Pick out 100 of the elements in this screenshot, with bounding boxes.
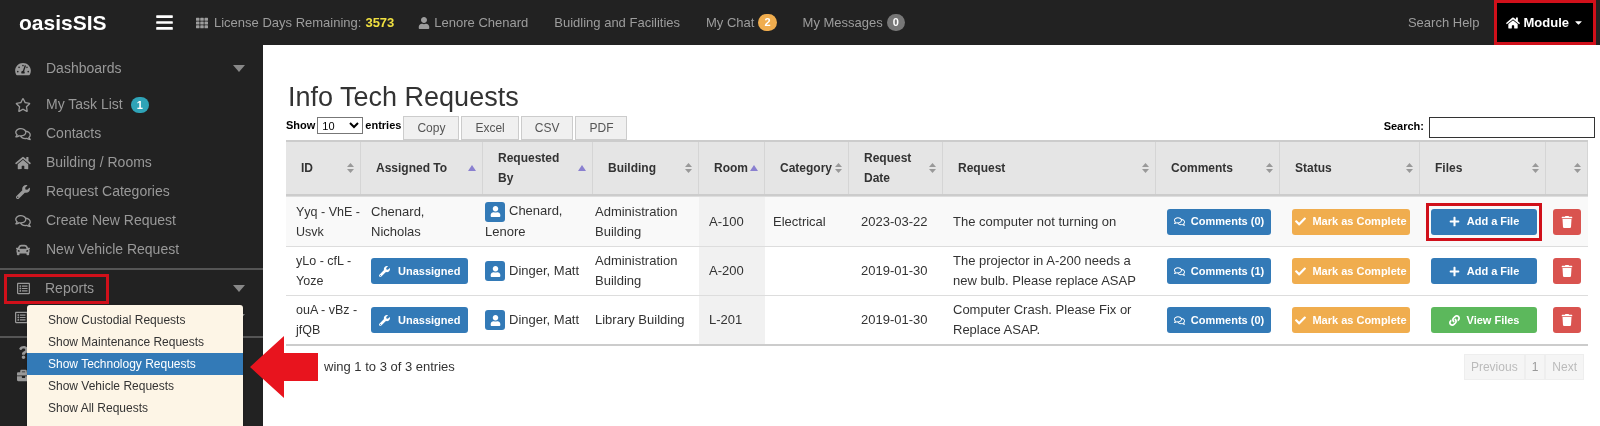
- sidebar-item[interactable]: My Task List 1: [0, 90, 263, 119]
- table-cell-text: ouA - vBz - jfQB: [294, 302, 359, 339]
- user-icon: [489, 206, 501, 218]
- column-header[interactable]: Status: [1280, 142, 1420, 194]
- trash-icon: [1561, 314, 1573, 326]
- table-cell-text: 2023-03-22: [860, 212, 929, 231]
- table-cell-text: The computer not turning on: [952, 212, 1118, 231]
- table-cell-text: Computer Crash. Please Fix or Replace ASAP.: [952, 301, 1133, 339]
- chat-icon: [1173, 265, 1185, 277]
- column-header[interactable]: Request: [943, 142, 1156, 194]
- table-cell-text: 2019-01-30: [860, 311, 929, 330]
- column-header[interactable]: Room: [699, 142, 765, 194]
- menu-item[interactable]: Show Vehicle Requests: [27, 375, 243, 397]
- list-icon: [17, 282, 30, 295]
- check-icon: [1295, 216, 1307, 227]
- table-cell: Dinger, Matt: [485, 260, 580, 282]
- table-cell-text: Library Building: [594, 311, 686, 329]
- show-label: Show: [286, 117, 316, 133]
- unassigned-button[interactable]: Unassigned: [371, 258, 469, 284]
- export-button[interactable]: Excel: [461, 116, 519, 140]
- entries-label: entries: [365, 117, 402, 133]
- user-icon: [489, 265, 501, 277]
- export-button[interactable]: Copy: [403, 116, 460, 140]
- count-badge: 1: [130, 96, 149, 113]
- column-header[interactable]: ID: [286, 142, 361, 194]
- column-header[interactable]: Requested By: [483, 142, 593, 194]
- comments-button[interactable]: Comments (0): [1167, 307, 1271, 333]
- module-button[interactable]: Module: [1493, 0, 1596, 45]
- sidebar-item[interactable]: Dashboards: [0, 54, 263, 83]
- nav-link[interactable]: Buidling and Facilities: [554, 12, 681, 33]
- column-header[interactable]: Category: [765, 142, 849, 194]
- table-cell: A-100: [699, 197, 765, 246]
- comments-button[interactable]: Comments (0): [1167, 208, 1271, 235]
- delete-button[interactable]: [1553, 208, 1581, 235]
- check-icon: [1295, 265, 1307, 277]
- delete-button[interactable]: [1553, 307, 1581, 333]
- caret-icon: [233, 65, 245, 72]
- table-cell-text: The projector in A-200 needs a new bulb. Please replace ASAP: [952, 252, 1137, 290]
- delete-button[interactable]: [1553, 258, 1581, 284]
- column-header[interactable]: Building: [593, 142, 699, 194]
- add-file-button[interactable]: Add a File: [1431, 258, 1537, 284]
- column-header[interactable]: Assigned To: [361, 142, 483, 194]
- logo[interactable]: oasisSIS: [19, 6, 149, 39]
- trash-icon: [1561, 215, 1573, 228]
- column-header[interactable]: Files: [1420, 142, 1546, 194]
- add-file-button[interactable]: Add a File: [1431, 208, 1537, 235]
- list-icon: [15, 311, 28, 324]
- gauge-icon: [15, 61, 31, 76]
- page-size-select[interactable]: 10: [317, 117, 364, 134]
- license-label: License Days Remaining:: [214, 13, 362, 32]
- column-header[interactable]: Comments: [1156, 142, 1280, 194]
- chat-icon: [1173, 216, 1185, 227]
- user-link[interactable]: Lenore Chenard: [434, 12, 529, 33]
- menu-item[interactable]: Show Custodial Requests: [27, 309, 243, 331]
- unassigned-button[interactable]: Unassigned: [371, 307, 469, 333]
- license-days: 3573: [365, 12, 395, 33]
- comments-button[interactable]: Comments (1): [1167, 258, 1271, 284]
- sidebar-item[interactable]: Request Categories: [0, 177, 263, 206]
- table-cell-text: Chenard, Nicholas: [371, 202, 426, 241]
- user-icon: [489, 314, 501, 326]
- chat-icon: [15, 126, 31, 141]
- wrench-icon: [15, 184, 31, 199]
- table-cell: Dinger, Matt: [485, 309, 580, 331]
- sidebar-item[interactable]: New Vehicle Request: [0, 235, 263, 264]
- search-label: Search:: [1383, 118, 1424, 134]
- search-help-link[interactable]: Search Help: [1407, 12, 1480, 33]
- menu-item[interactable]: Show Technology Requests: [27, 353, 243, 375]
- nav-link[interactable]: My Chat: [706, 12, 755, 33]
- caret-icon: [233, 285, 245, 292]
- table-cell-text: Electrical: [773, 212, 826, 231]
- count-badge: 0: [886, 14, 905, 31]
- search-field[interactable]: [1429, 117, 1595, 138]
- table-cell-text: Administration Building: [594, 252, 679, 290]
- home-icon: [15, 155, 31, 170]
- export-button[interactable]: PDF: [575, 116, 628, 140]
- link-icon: [1448, 314, 1460, 326]
- plus-icon: [1448, 265, 1460, 277]
- wrench-icon: [379, 314, 390, 326]
- arrow-icon: [250, 336, 318, 398]
- menu-item[interactable]: Show All Requests: [27, 397, 243, 419]
- page-title: Info Tech Requests: [288, 82, 520, 112]
- menu-icon[interactable]: [155, 13, 174, 32]
- column-header[interactable]: Request Date: [849, 142, 943, 194]
- table-cell: A-200: [699, 247, 765, 295]
- menu-item[interactable]: Show Maintenance Requests: [27, 331, 243, 353]
- sidebar-item[interactable]: Create New Request: [0, 206, 263, 235]
- nav-link[interactable]: My Messages: [802, 12, 883, 33]
- export-button[interactable]: CSV: [520, 116, 574, 140]
- sidebar-item[interactable]: Building / Rooms: [0, 148, 263, 177]
- table-cell-text: 2019-01-30: [860, 262, 929, 281]
- chat-icon: [15, 213, 31, 228]
- sidebar-item[interactable]: Contacts: [0, 119, 263, 148]
- car-icon: [15, 242, 31, 257]
- sidebar-item[interactable]: Reports: [0, 274, 263, 303]
- wrench-icon: [379, 265, 390, 277]
- plus-icon: [1448, 216, 1460, 227]
- star-icon: [15, 97, 31, 112]
- question-icon[interactable]: [17, 346, 30, 359]
- grid-icon: [196, 16, 208, 29]
- entries-info: wing 1 to 3 of 3 entries: [324, 358, 455, 377]
